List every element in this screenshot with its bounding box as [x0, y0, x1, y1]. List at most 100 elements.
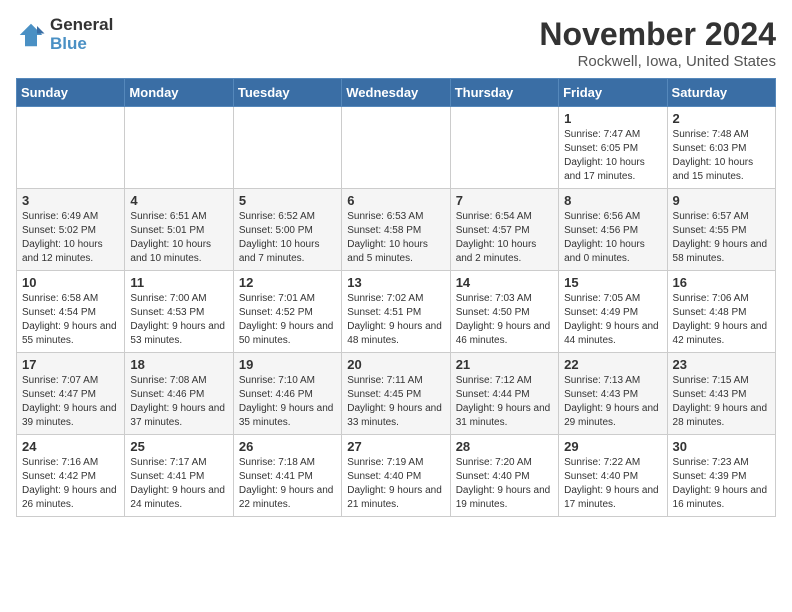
weekday-header-tuesday: Tuesday [233, 79, 341, 107]
calendar-day-23: 23 Sunrise: 7:15 AM Sunset: 4:43 PM Dayli… [667, 353, 775, 435]
logo-icon [16, 20, 46, 50]
calendar-week-row: 17Sunrise: 7:07 AM Sunset: 4:47 PM Dayli… [17, 353, 776, 435]
calendar-day-7: 7 Sunrise: 6:54 AM Sunset: 4:57 PM Daylig… [450, 189, 558, 271]
calendar-day-29: 29 Sunrise: 7:22 AM Sunset: 4:40 PM Dayli… [559, 435, 667, 517]
day-number: 2 [673, 111, 770, 126]
day-number: 11 [130, 275, 227, 290]
day-number: 25 [130, 439, 227, 454]
day-info: Sunrise: 7:48 AM Sunset: 6:03 PM Dayligh… [673, 129, 754, 182]
logo: General Blue [16, 16, 113, 53]
day-info: Sunrise: 7:05 AM Sunset: 4:49 PM Dayligh… [564, 293, 659, 346]
day-info: Sunrise: 7:17 AM Sunset: 4:41 PM Dayligh… [130, 457, 225, 510]
calendar-day-26: 26Sunrise: 7:18 AM Sunset: 4:41 PM Dayli… [233, 435, 341, 517]
calendar-day-16: 16Sunrise: 7:06 AM Sunset: 4:48 PM Dayli… [667, 271, 775, 353]
day-number: 30 [673, 439, 770, 454]
calendar-day-30: 30 Sunrise: 7:23 AM Sunset: 4:39 PM Dayli… [667, 435, 775, 517]
calendar-day-15: 15Sunrise: 7:05 AM Sunset: 4:49 PM Dayli… [559, 271, 667, 353]
day-info: Sunrise: 7:12 AM Sunset: 4:44 PM Dayligh… [456, 375, 551, 428]
day-info: Sunrise: 7:03 AM Sunset: 4:50 PM Dayligh… [456, 293, 551, 346]
day-number: 7 [456, 193, 553, 208]
day-number: 18 [130, 357, 227, 372]
day-number: 22 [564, 357, 661, 372]
day-number: 19 [239, 357, 336, 372]
calendar-day-17: 17Sunrise: 7:07 AM Sunset: 4:47 PM Dayli… [17, 353, 125, 435]
day-info: Sunrise: 7:00 AM Sunset: 4:53 PM Dayligh… [130, 293, 225, 346]
day-number: 9 [673, 193, 770, 208]
page-header: General Blue November 2024 Rockwell, Iow… [16, 16, 776, 70]
day-number: 4 [130, 193, 227, 208]
calendar-day-11: 11 Sunrise: 7:00 AM Sunset: 4:53 PM Dayli… [125, 271, 233, 353]
day-info: Sunrise: 7:19 AM Sunset: 4:40 PM Dayligh… [347, 457, 442, 510]
day-info: Sunrise: 6:56 AM Sunset: 4:56 PM Dayligh… [564, 211, 645, 264]
day-number: 6 [347, 193, 444, 208]
day-info: Sunrise: 6:53 AM Sunset: 4:58 PM Dayligh… [347, 211, 428, 264]
day-number: 10 [22, 275, 119, 290]
calendar-week-row: 1Sunrise: 7:47 AM Sunset: 6:05 PM Daylig… [17, 107, 776, 189]
calendar-day-18: 18 Sunrise: 7:08 AM Sunset: 4:46 PM Dayli… [125, 353, 233, 435]
day-info: Sunrise: 7:13 AM Sunset: 4:43 PM Dayligh… [564, 375, 659, 428]
calendar-week-row: 3Sunrise: 6:49 AM Sunset: 5:02 PM Daylig… [17, 189, 776, 271]
day-number: 12 [239, 275, 336, 290]
day-info: Sunrise: 7:20 AM Sunset: 4:40 PM Dayligh… [456, 457, 551, 510]
day-number: 23 [673, 357, 770, 372]
calendar-day-10: 10 Sunrise: 6:58 AM Sunset: 4:54 PM Dayli… [17, 271, 125, 353]
day-number: 26 [239, 439, 336, 454]
calendar-week-row: 10 Sunrise: 6:58 AM Sunset: 4:54 PM Dayli… [17, 271, 776, 353]
logo-blue-text: Blue [50, 35, 113, 54]
day-info: Sunrise: 7:02 AM Sunset: 4:51 PM Dayligh… [347, 293, 442, 346]
day-number: 28 [456, 439, 553, 454]
title-area: November 2024 Rockwell, Iowa, United Sta… [539, 16, 776, 70]
calendar-day-6: 6 Sunrise: 6:53 AM Sunset: 4:58 PM Daylig… [342, 189, 450, 271]
day-number: 13 [347, 275, 444, 290]
day-info: Sunrise: 7:22 AM Sunset: 4:40 PM Dayligh… [564, 457, 659, 510]
calendar-day-27: 27 Sunrise: 7:19 AM Sunset: 4:40 PM Dayli… [342, 435, 450, 517]
day-info: Sunrise: 7:01 AM Sunset: 4:52 PM Dayligh… [239, 293, 334, 346]
day-number: 5 [239, 193, 336, 208]
day-number: 1 [564, 111, 661, 126]
day-info: Sunrise: 6:51 AM Sunset: 5:01 PM Dayligh… [130, 211, 211, 264]
calendar-day-21: 21 Sunrise: 7:12 AM Sunset: 4:44 PM Dayli… [450, 353, 558, 435]
day-info: Sunrise: 7:06 AM Sunset: 4:48 PM Dayligh… [673, 293, 768, 346]
day-number: 29 [564, 439, 661, 454]
day-number: 3 [22, 193, 119, 208]
day-info: Sunrise: 7:15 AM Sunset: 4:43 PM Dayligh… [673, 375, 768, 428]
weekday-header-saturday: Saturday [667, 79, 775, 107]
day-info: Sunrise: 7:23 AM Sunset: 4:39 PM Dayligh… [673, 457, 768, 510]
calendar-day-25: 25 Sunrise: 7:17 AM Sunset: 4:41 PM Dayli… [125, 435, 233, 517]
day-info: Sunrise: 7:10 AM Sunset: 4:46 PM Dayligh… [239, 375, 334, 428]
calendar-day-13: 13 Sunrise: 7:02 AM Sunset: 4:51 PM Dayli… [342, 271, 450, 353]
day-number: 24 [22, 439, 119, 454]
calendar-day-1: 1Sunrise: 7:47 AM Sunset: 6:05 PM Daylig… [559, 107, 667, 189]
month-title: November 2024 [539, 16, 776, 53]
weekday-header-thursday: Thursday [450, 79, 558, 107]
calendar-day-24: 24 Sunrise: 7:16 AM Sunset: 4:42 PM Dayli… [17, 435, 125, 517]
calendar-empty-cell [450, 107, 558, 189]
weekday-header-monday: Monday [125, 79, 233, 107]
calendar-day-14: 14Sunrise: 7:03 AM Sunset: 4:50 PM Dayli… [450, 271, 558, 353]
calendar-day-3: 3Sunrise: 6:49 AM Sunset: 5:02 PM Daylig… [17, 189, 125, 271]
calendar-day-20: 20Sunrise: 7:11 AM Sunset: 4:45 PM Dayli… [342, 353, 450, 435]
day-info: Sunrise: 6:54 AM Sunset: 4:57 PM Dayligh… [456, 211, 537, 264]
day-info: Sunrise: 6:52 AM Sunset: 5:00 PM Dayligh… [239, 211, 320, 264]
weekday-header-friday: Friday [559, 79, 667, 107]
day-info: Sunrise: 6:58 AM Sunset: 4:54 PM Dayligh… [22, 293, 117, 346]
weekday-header-wednesday: Wednesday [342, 79, 450, 107]
calendar-day-8: 8Sunrise: 6:56 AM Sunset: 4:56 PM Daylig… [559, 189, 667, 271]
day-info: Sunrise: 6:57 AM Sunset: 4:55 PM Dayligh… [673, 211, 768, 264]
calendar-day-19: 19 Sunrise: 7:10 AM Sunset: 4:46 PM Dayli… [233, 353, 341, 435]
calendar-day-4: 4 Sunrise: 6:51 AM Sunset: 5:01 PM Daylig… [125, 189, 233, 271]
day-number: 21 [456, 357, 553, 372]
logo-general-text: General [50, 16, 113, 35]
day-number: 20 [347, 357, 444, 372]
calendar-day-12: 12 Sunrise: 7:01 AM Sunset: 4:52 PM Dayli… [233, 271, 341, 353]
calendar-empty-cell [342, 107, 450, 189]
calendar-empty-cell [125, 107, 233, 189]
day-info: Sunrise: 7:16 AM Sunset: 4:42 PM Dayligh… [22, 457, 117, 510]
calendar-day-5: 5 Sunrise: 6:52 AM Sunset: 5:00 PM Daylig… [233, 189, 341, 271]
day-number: 17 [22, 357, 119, 372]
day-number: 27 [347, 439, 444, 454]
day-info: Sunrise: 7:08 AM Sunset: 4:46 PM Dayligh… [130, 375, 225, 428]
calendar-week-row: 24 Sunrise: 7:16 AM Sunset: 4:42 PM Dayli… [17, 435, 776, 517]
logo-text: General Blue [50, 16, 113, 53]
calendar-day-2: 2 Sunrise: 7:48 AM Sunset: 6:03 PM Daylig… [667, 107, 775, 189]
